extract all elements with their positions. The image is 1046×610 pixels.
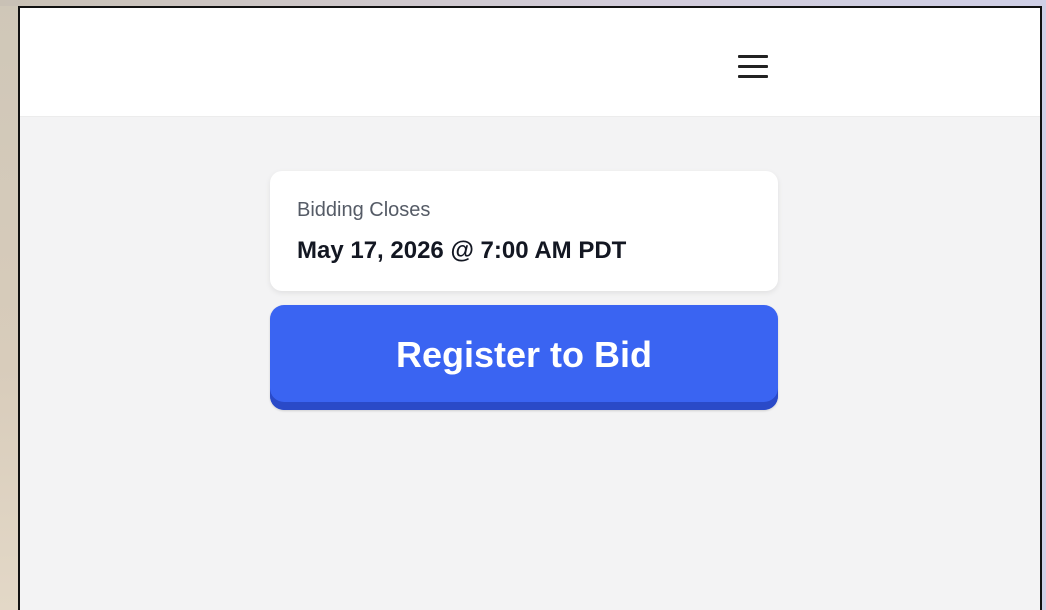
bidding-closes-label: Bidding Closes bbox=[297, 199, 431, 221]
hamburger-menu-icon[interactable] bbox=[738, 55, 770, 79]
menu-bar bbox=[738, 75, 768, 78]
site-header bbox=[20, 8, 1040, 117]
menu-bar bbox=[738, 65, 768, 68]
browser-viewport: Bidding Closes May 17, 2026 @ 7:00 AM PD… bbox=[18, 6, 1042, 610]
bidding-closes-datetime: May 17, 2026 @ 7:00 AM PDT bbox=[297, 237, 627, 264]
desktop-background-right bbox=[1042, 0, 1046, 610]
bidding-closes-card: Bidding Closes May 17, 2026 @ 7:00 AM PD… bbox=[270, 171, 778, 291]
register-to-bid-button[interactable]: Register to Bid bbox=[270, 305, 778, 410]
menu-bar bbox=[738, 55, 768, 58]
